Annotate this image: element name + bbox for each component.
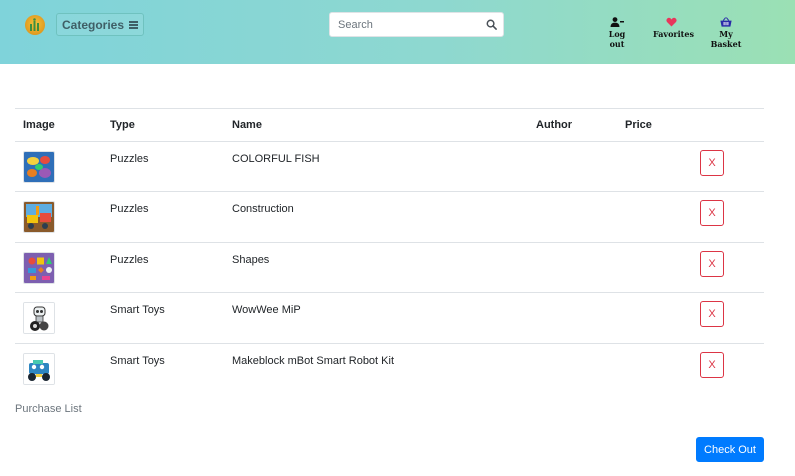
favorites-link[interactable]: Favorites [653, 17, 694, 39]
table-row: Smart Toys WowWee MiP X [15, 292, 764, 343]
column-header-type: Type [110, 119, 135, 131]
row-type: Puzzles [110, 153, 149, 165]
row-name: Shapes [232, 254, 270, 266]
row-type: Smart Toys [110, 355, 165, 367]
heart-icon [666, 17, 677, 27]
column-header-price: Price [625, 119, 652, 131]
construction-puzzle-image[interactable] [23, 201, 55, 233]
search-input[interactable] [330, 13, 483, 36]
table-top-border [15, 108, 764, 109]
purchase-list-label: Purchase List [15, 403, 82, 415]
colorful-fish-puzzle-image[interactable] [23, 151, 55, 183]
row-type: Puzzles [110, 203, 149, 215]
table-row: Smart Toys Makeblock mBot Smart Robot Ki… [15, 343, 764, 394]
favorites-label: Favorites [653, 29, 694, 39]
check-out-button[interactable]: Check Out [696, 437, 764, 462]
mbot-robot-kit-image[interactable] [23, 353, 55, 385]
categories-label: Categories [61, 17, 125, 32]
remove-item-button[interactable]: X [700, 150, 724, 176]
my-basket-link[interactable]: My Basket [706, 17, 746, 49]
remove-item-button[interactable]: X [700, 352, 724, 378]
column-header-author: Author [536, 119, 573, 131]
bar-chart-logo-icon[interactable] [25, 15, 45, 35]
remove-item-button[interactable]: X [700, 301, 724, 327]
remove-item-button[interactable]: X [700, 200, 724, 226]
column-header-image: Image [23, 119, 55, 131]
row-type: Smart Toys [110, 304, 165, 316]
column-header-name: Name [232, 119, 262, 131]
row-name: Makeblock mBot Smart Robot Kit [232, 355, 395, 367]
basket-icon [720, 17, 732, 27]
table-row: Puzzles Construction X [15, 191, 764, 242]
row-name: WowWee MiP [232, 304, 301, 316]
top-navbar: Categories Log out Favorites [0, 0, 795, 64]
search-box [329, 12, 504, 37]
user-minus-icon [610, 17, 624, 27]
hamburger-menu-icon [129, 21, 139, 29]
logout-label: Log out [608, 29, 626, 49]
remove-item-button[interactable]: X [700, 251, 724, 277]
table-row: Puzzles COLORFUL FISH X [15, 141, 764, 192]
row-name: Construction [232, 203, 294, 215]
search-icon[interactable] [486, 19, 497, 30]
row-type: Puzzles [110, 254, 149, 266]
categories-button[interactable]: Categories [56, 13, 144, 36]
row-name: COLORFUL FISH [232, 153, 320, 165]
table-row: Puzzles Shapes X [15, 242, 764, 293]
my-basket-label: My Basket [710, 29, 742, 49]
wowwee-mip-robot-image[interactable] [23, 302, 55, 334]
logout-link[interactable]: Log out [601, 17, 633, 49]
shapes-puzzle-image[interactable] [23, 252, 55, 284]
